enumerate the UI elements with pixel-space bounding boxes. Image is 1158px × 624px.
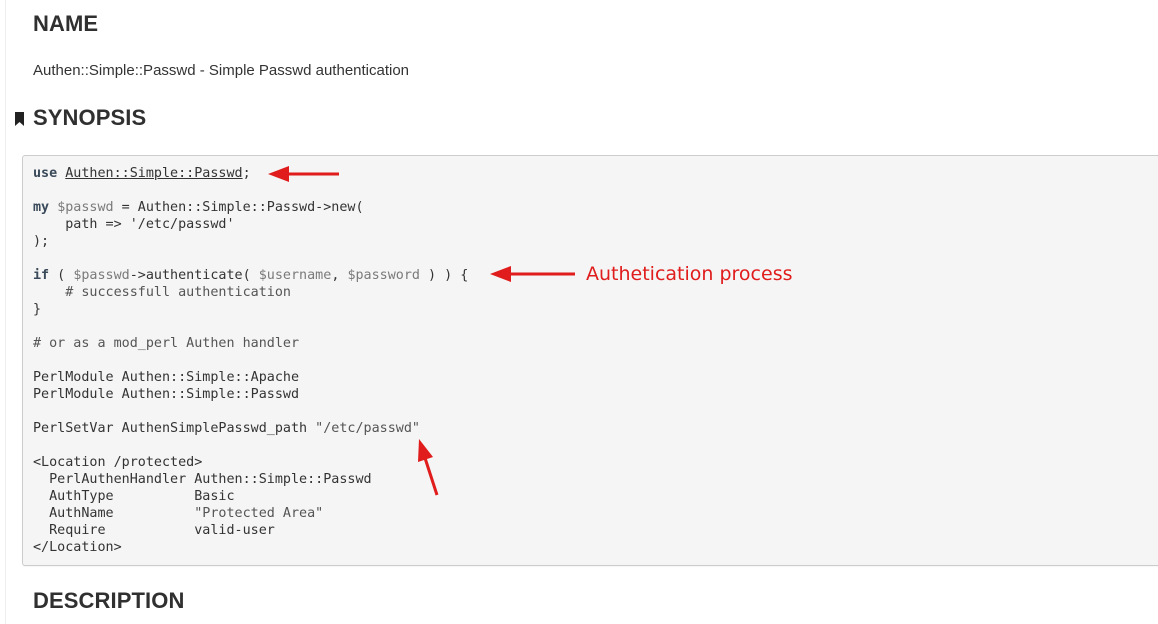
code-line: } [33,302,42,317]
code-line: PerlModule Authen::Simple::Apache [33,370,300,385]
code-text: ( [49,268,74,283]
code-comment: # or as a mod_perl Authen handler [33,336,300,351]
variable: $passwd [73,268,130,283]
string-literal: "/etc/passwd" [315,421,420,436]
code-line: ); [33,234,50,249]
name-heading: NAME [33,11,99,36]
module-summary: Authen::Simple::Passwd - Simple Passwd a… [33,62,410,79]
variable: $password [347,268,420,283]
code-text: AuthName [33,506,195,521]
code-line: <Location /protected> [33,455,203,470]
code-text: ; [242,166,251,181]
code-line: PerlAuthenHandler Authen::Simple::Passwd [33,472,372,487]
code-text: = Authen::Simple::Passwd->new( [113,200,364,215]
variable: $username [258,268,332,283]
annotation-label: Authetication process [586,263,793,285]
code-text: ->authenticate( [129,268,259,283]
code-text: PerlSetVar AuthenSimplePasswd_path [33,421,316,436]
keyword: if [33,268,50,283]
code-line: </Location> [33,540,122,555]
string-literal: "Protected Area" [194,506,324,521]
keyword: use [33,166,58,181]
page: NAME Authen::Simple::Passwd - Simple Pas… [0,0,1158,624]
variable: $passwd [57,200,114,215]
code-text: ) ) { [420,268,469,283]
code-comment: # successfull authentication [33,285,291,300]
module-link[interactable]: Authen::Simple::Passwd [65,166,242,181]
synopsis-heading: SYNOPSIS [33,105,147,130]
keyword: my [33,200,50,215]
code-line-authname: AuthName "Protected Area" [33,505,323,522]
description-heading: DESCRIPTION [33,588,185,613]
code-line: path => '/etc/passwd' [33,217,235,232]
left-divider [5,0,6,624]
code-line: PerlModule Authen::Simple::Passwd [33,387,300,402]
code-line-use: use Authen::Simple::Passwd; [33,165,251,182]
code-line-my: my $passwd = Authen::Simple::Passwd->new… [33,199,364,216]
code-line: Require valid-user [33,523,275,538]
code-line-setvar: PerlSetVar AuthenSimplePasswd_path "/etc… [33,420,420,437]
bookmark-icon[interactable] [14,112,25,127]
code-text: , [331,268,348,283]
code-line: AuthType Basic [33,489,235,504]
code-line-if: if ( $passwd->authenticate( $username, $… [33,267,468,284]
